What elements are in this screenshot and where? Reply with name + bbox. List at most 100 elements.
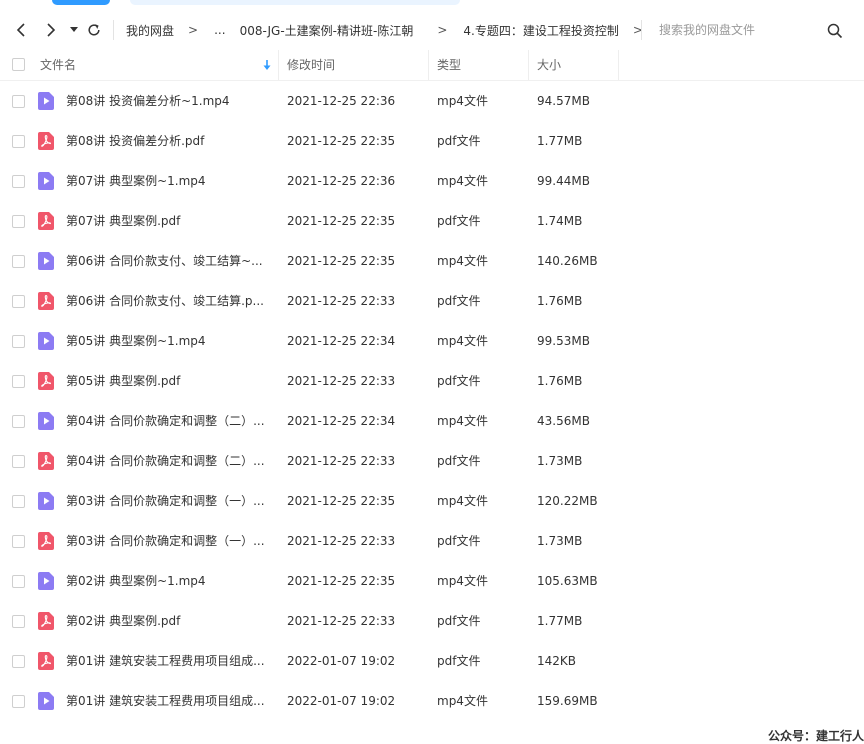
file-modified-time: 2021-12-25 22:36 xyxy=(287,174,396,188)
table-row[interactable]: 第02讲 典型案例.pdf 2021-12-25 22:33 pdf文件 1.7… xyxy=(0,601,864,641)
search-button[interactable] xyxy=(827,23,843,39)
table-row[interactable]: 第01讲 建筑安装工程费用项目组成... 2022-01-07 19:02 pd… xyxy=(0,641,864,681)
history-dropdown-button[interactable] xyxy=(68,10,80,50)
file-type: mp4文件 xyxy=(437,94,488,108)
file-name[interactable]: 第07讲 典型案例~1.mp4 xyxy=(66,161,271,201)
file-modified-time: 2021-12-25 22:34 xyxy=(287,334,396,348)
breadcrumb-item-ellipsis[interactable]: ... xyxy=(214,23,225,37)
select-all-checkbox[interactable] xyxy=(12,58,25,71)
file-size: 105.63MB xyxy=(537,574,598,588)
file-name[interactable]: 第03讲 合同价款确定和调整（一）... xyxy=(66,521,271,561)
file-size: 142KB xyxy=(537,654,577,668)
file-name[interactable]: 第03讲 合同价款确定和调整（一）... xyxy=(66,481,271,521)
pdf-file-icon xyxy=(38,292,54,310)
breadcrumb-item-my-drive[interactable]: 我的网盘 xyxy=(126,22,174,39)
table-row[interactable]: 第04讲 合同价款确定和调整（二）... 2021-12-25 22:33 pd… xyxy=(0,441,864,481)
file-name[interactable]: 第04讲 合同价款确定和调整（二）... xyxy=(66,441,271,481)
table-row[interactable]: 第03讲 合同价款确定和调整（一）... 2021-12-25 22:33 pd… xyxy=(0,521,864,561)
search-input[interactable]: 搜索我的网盘文件 xyxy=(659,10,755,50)
column-header-type[interactable]: 类型 xyxy=(437,50,461,80)
row-checkbox[interactable] xyxy=(12,215,25,228)
column-header-size[interactable]: 大小 xyxy=(537,50,561,80)
file-type: mp4文件 xyxy=(437,174,488,188)
file-type: pdf文件 xyxy=(437,534,481,548)
file-name[interactable]: 第04讲 合同价款确定和调整（二）... xyxy=(66,401,271,441)
table-row[interactable]: 第06讲 合同价款支付、竣工结算.p... 2021-12-25 22:33 p… xyxy=(0,281,864,321)
file-type: pdf文件 xyxy=(437,134,481,148)
file-type: mp4文件 xyxy=(437,334,488,348)
back-button[interactable] xyxy=(12,10,30,50)
row-checkbox[interactable] xyxy=(12,95,25,108)
video-file-icon xyxy=(38,332,54,350)
breadcrumb-item-current-folder[interactable]: 4.专题四：建设工程投资控制 xyxy=(463,22,618,39)
table-row[interactable]: 第05讲 典型案例.pdf 2021-12-25 22:33 pdf文件 1.7… xyxy=(0,361,864,401)
row-checkbox[interactable] xyxy=(12,135,25,148)
file-size: 1.74MB xyxy=(537,214,583,228)
column-divider[interactable] xyxy=(428,50,429,80)
column-header-name[interactable]: 文件名 xyxy=(40,50,76,80)
file-name[interactable]: 第02讲 典型案例.pdf xyxy=(66,601,271,641)
row-checkbox[interactable] xyxy=(12,335,25,348)
column-divider[interactable] xyxy=(618,50,619,80)
refresh-button[interactable] xyxy=(86,10,102,50)
row-checkbox[interactable] xyxy=(12,615,25,628)
row-checkbox[interactable] xyxy=(12,495,25,508)
file-type: pdf文件 xyxy=(437,214,481,228)
table-row[interactable]: 第08讲 投资偏差分析.pdf 2021-12-25 22:35 pdf文件 1… xyxy=(0,121,864,161)
row-checkbox[interactable] xyxy=(12,655,25,668)
file-size: 1.77MB xyxy=(537,134,583,148)
file-modified-time: 2021-12-25 22:34 xyxy=(287,414,396,428)
table-row[interactable]: 第07讲 典型案例~1.mp4 2021-12-25 22:36 mp4文件 9… xyxy=(0,161,864,201)
file-modified-time: 2022-01-07 19:02 xyxy=(287,654,396,668)
breadcrumb-separator: > xyxy=(188,23,199,37)
file-name[interactable]: 第01讲 建筑安装工程费用项目组成... xyxy=(66,641,271,681)
pdf-file-icon xyxy=(38,132,54,150)
file-size: 94.57MB xyxy=(537,94,590,108)
table-row[interactable]: 第01讲 建筑安装工程费用项目组成... 2022-01-07 19:02 mp… xyxy=(0,681,864,721)
row-checkbox[interactable] xyxy=(12,415,25,428)
forward-button[interactable] xyxy=(42,10,60,50)
file-modified-time: 2021-12-25 22:33 xyxy=(287,374,396,388)
breadcrumb-separator: > xyxy=(437,23,448,37)
file-name[interactable]: 第02讲 典型案例~1.mp4 xyxy=(66,561,271,601)
file-name[interactable]: 第06讲 合同价款支付、竣工结算~... xyxy=(66,241,271,281)
table-row[interactable]: 第03讲 合同价款确定和调整（一）... 2021-12-25 22:35 mp… xyxy=(0,481,864,521)
row-checkbox[interactable] xyxy=(12,175,25,188)
column-header-modified[interactable]: 修改时间 xyxy=(287,50,335,80)
column-divider[interactable] xyxy=(278,50,279,80)
search-icon xyxy=(827,23,843,39)
row-checkbox[interactable] xyxy=(12,455,25,468)
file-size: 159.69MB xyxy=(537,694,598,708)
toolbar-divider xyxy=(113,20,114,40)
file-modified-time: 2021-12-25 22:35 xyxy=(287,494,396,508)
file-name[interactable]: 第05讲 典型案例~1.mp4 xyxy=(66,321,271,361)
row-checkbox[interactable] xyxy=(12,375,25,388)
pdf-file-icon xyxy=(38,212,54,230)
breadcrumb-item-course-folder[interactable]: 008-JG-土建案例-精讲班-陈江朝 xyxy=(240,22,414,39)
file-name[interactable]: 第08讲 投资偏差分析~1.mp4 xyxy=(66,81,271,121)
file-name[interactable]: 第07讲 典型案例.pdf xyxy=(66,201,271,241)
row-checkbox[interactable] xyxy=(12,535,25,548)
file-name[interactable]: 第08讲 投资偏差分析.pdf xyxy=(66,121,271,161)
row-checkbox[interactable] xyxy=(12,695,25,708)
row-checkbox[interactable] xyxy=(12,295,25,308)
table-row[interactable]: 第04讲 合同价款确定和调整（二）... 2021-12-25 22:34 mp… xyxy=(0,401,864,441)
table-row[interactable]: 第06讲 合同价款支付、竣工结算~... 2021-12-25 22:35 mp… xyxy=(0,241,864,281)
chevron-left-icon xyxy=(16,23,25,37)
file-size: 99.44MB xyxy=(537,174,590,188)
row-checkbox[interactable] xyxy=(12,575,25,588)
table-row[interactable]: 第02讲 典型案例~1.mp4 2021-12-25 22:35 mp4文件 1… xyxy=(0,561,864,601)
row-checkbox[interactable] xyxy=(12,255,25,268)
file-type: mp4文件 xyxy=(437,254,488,268)
file-name[interactable]: 第05讲 典型案例.pdf xyxy=(66,361,271,401)
video-file-icon xyxy=(38,92,54,110)
file-list: 第08讲 投资偏差分析~1.mp4 2021-12-25 22:36 mp4文件… xyxy=(0,81,864,721)
table-row[interactable]: 第05讲 典型案例~1.mp4 2021-12-25 22:34 mp4文件 9… xyxy=(0,321,864,361)
column-divider[interactable] xyxy=(528,50,529,80)
file-name[interactable]: 第06讲 合同价款支付、竣工结算.p... xyxy=(66,281,271,321)
file-name[interactable]: 第01讲 建筑安装工程费用项目组成... xyxy=(66,681,271,721)
table-row[interactable]: 第08讲 投资偏差分析~1.mp4 2021-12-25 22:36 mp4文件… xyxy=(0,81,864,121)
video-file-icon xyxy=(38,252,54,270)
table-row[interactable]: 第07讲 典型案例.pdf 2021-12-25 22:35 pdf文件 1.7… xyxy=(0,201,864,241)
sort-descending-icon[interactable] xyxy=(262,59,272,71)
